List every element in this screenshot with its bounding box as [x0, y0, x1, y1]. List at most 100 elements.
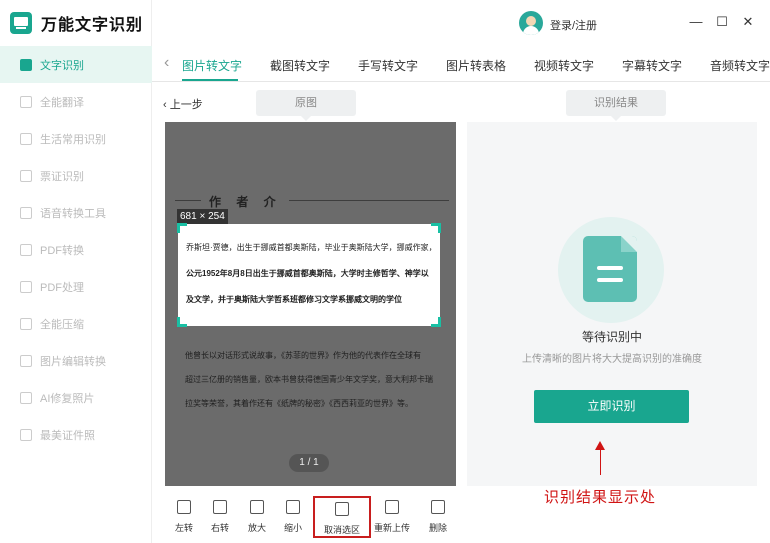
- waiting-status: 等待识别中: [581, 330, 642, 344]
- sidebar-item-label: 票证识别: [40, 170, 84, 183]
- sidebar-item-pdf-process[interactable]: PDF处理: [0, 268, 152, 305]
- sidebar-nav: 文字识别 全能翻译 生活常用识别 票证识别 语音转换工具 PDF转换 PDF处理…: [0, 46, 152, 453]
- refresh-icon: [385, 500, 399, 514]
- sidebar-item-text-recognition[interactable]: 文字识别: [0, 46, 152, 83]
- translate-icon: [20, 95, 32, 108]
- recognize-now-button[interactable]: 立即识别: [534, 390, 689, 423]
- app-logo: 万能文字识别: [10, 11, 143, 35]
- result-panel: 等待识别中 上传清晰的图片将大大提高识别的准确度 立即识别: [467, 122, 757, 486]
- close-icon[interactable]: ✕: [740, 14, 756, 30]
- sidebar-item-translation[interactable]: 全能翻译: [0, 83, 152, 120]
- document-icon: [558, 217, 664, 323]
- selected-text-line: 及文学，并于奥斯陆大学哲系班都修习文学系挪威文明的学位: [186, 295, 402, 304]
- selection-box[interactable]: 乔斯坦·贾德，出生于挪威首都奥斯陆，毕业于奥斯陆大学，挪威作家， 公元1952年…: [177, 223, 441, 327]
- zoom-in-button[interactable]: 放大: [239, 496, 275, 536]
- sidebar-item-label: PDF处理: [40, 281, 84, 294]
- minimize-icon[interactable]: —: [688, 14, 704, 29]
- sidebar-item-label: 语音转换工具: [40, 207, 106, 220]
- rotate-right-icon: [213, 500, 227, 514]
- selection-icon: [335, 502, 349, 516]
- tab-subtitle-to-text[interactable]: 字幕转文字: [622, 57, 682, 74]
- app-title: 万能文字识别: [41, 17, 144, 34]
- rotate-left-button[interactable]: 左转: [166, 496, 202, 536]
- tool-label: 放大: [247, 523, 266, 533]
- resize-handle[interactable]: [177, 223, 187, 233]
- divider: [175, 200, 201, 201]
- pdf-icon: [20, 280, 32, 293]
- zoom-out-button[interactable]: 缩小: [275, 496, 311, 536]
- sidebar-item-label: 全能翻译: [40, 96, 84, 109]
- cancel-selection-button[interactable]: 取消选区: [313, 496, 371, 538]
- tab-handwriting-to-text[interactable]: 手写转文字: [358, 57, 418, 74]
- chevron-left-icon[interactable]: ‹: [164, 54, 169, 72]
- sidebar-item-label: 全能压缩: [40, 318, 84, 331]
- user-avatar[interactable]: [519, 11, 543, 35]
- sidebar-item-life-recognition[interactable]: 生活常用识别: [0, 120, 152, 157]
- sidebar-item-image-edit[interactable]: 图片编辑转换: [0, 342, 152, 379]
- document-text-line: 拉奖等荣誉，其着作还有《纸牌的秘密》《西西莉亚的世界》等。: [185, 399, 413, 408]
- tool-label: 右转: [210, 523, 229, 533]
- sidebar-item-label: AI修复照片: [40, 392, 95, 405]
- divider: [289, 200, 449, 201]
- tool-label: 左转: [174, 523, 193, 533]
- selection-size-label: 681 × 254: [177, 209, 228, 224]
- sidebar-item-ticket[interactable]: 票证识别: [0, 157, 152, 194]
- delete-button[interactable]: 删除: [420, 496, 456, 536]
- tab-image-to-table[interactable]: 图片转表格: [446, 57, 506, 74]
- result-area-annotation: 识别结果显示处: [544, 489, 657, 506]
- document-text-line: 超过三亿册的销售量，欧本书曾获得德国青少年文学奖，意大利邦卡瑞: [185, 375, 433, 384]
- tool-label: 缩小: [283, 523, 302, 533]
- prev-step-button[interactable]: ‹ 上一步: [163, 96, 203, 112]
- reupload-button[interactable]: 重新上传: [374, 496, 410, 536]
- trash-icon: [431, 500, 445, 514]
- sidebar-item-label: PDF转换: [40, 244, 84, 257]
- microphone-icon: [20, 206, 32, 219]
- sidebar-item-label: 最美证件照: [40, 429, 95, 442]
- sidebar-item-compress[interactable]: 全能压缩: [0, 305, 152, 342]
- scanner-icon: [10, 12, 32, 34]
- selected-text-line: 乔斯坦·贾德，出生于挪威首都奥斯陆，毕业于奥斯陆大学，挪威作家，: [186, 243, 437, 252]
- compress-icon: [20, 317, 32, 330]
- page-indicator: 1 / 1: [289, 454, 329, 472]
- result-label: 识别结果: [566, 90, 666, 121]
- resize-handle[interactable]: [431, 317, 441, 327]
- tool-label: 删除: [428, 523, 447, 533]
- sidebar-item-label: 文字识别: [40, 59, 84, 72]
- text-scan-icon: [20, 58, 32, 71]
- resize-handle[interactable]: [431, 223, 441, 233]
- tab-audio-to-text[interactable]: 音频转文字: [710, 57, 770, 74]
- arrow-shaft: [600, 449, 601, 475]
- maximize-icon[interactable]: ☐: [714, 14, 730, 30]
- tool-label: 取消选区: [323, 525, 360, 535]
- login-link[interactable]: 登录/注册: [550, 17, 597, 33]
- shrink-icon: [286, 500, 300, 514]
- title-bar: 登录/注册 — ☐ ✕: [152, 0, 770, 48]
- document-heading: 作 者 介: [209, 195, 282, 209]
- rotate-left-icon: [177, 500, 191, 514]
- sidebar-item-label: 图片编辑转换: [40, 355, 106, 368]
- sidebar-item-pdf-convert[interactable]: PDF转换: [0, 231, 152, 268]
- sidebar-item-voice[interactable]: 语音转换工具: [0, 194, 152, 231]
- id-photo-icon: [20, 428, 32, 441]
- resize-handle[interactable]: [177, 317, 187, 327]
- rotate-right-button[interactable]: 右转: [202, 496, 238, 536]
- sidebar-item-id-photo[interactable]: 最美证件照: [0, 416, 152, 453]
- pdf-convert-icon: [20, 243, 32, 256]
- active-tab-indicator: [182, 79, 238, 81]
- original-image-label: 原图: [256, 90, 356, 121]
- ticket-icon: [20, 169, 32, 182]
- tab-video-to-text[interactable]: 视频转文字: [534, 57, 594, 74]
- image-icon: [20, 354, 32, 367]
- photo-repair-icon: [20, 391, 32, 404]
- sidebar-item-ai-repair[interactable]: AI修复照片: [0, 379, 152, 416]
- tab-image-to-text[interactable]: 图片转文字: [182, 57, 242, 74]
- upload-hint: 上传清晰的图片将大大提高识别的准确度: [522, 354, 702, 365]
- sidebar-item-label: 生活常用识别: [40, 133, 106, 146]
- expand-icon: [250, 500, 264, 514]
- document-text-line: 他曾长以对话形式说故事，《苏菲的世界》作为他的代表作在全球有: [185, 351, 421, 360]
- tool-label: 重新上传: [374, 523, 411, 533]
- tab-screenshot-to-text[interactable]: 截图转文字: [270, 57, 330, 74]
- sidebar: 万能文字识别 文字识别 全能翻译 生活常用识别 票证识别 语音转换工具 PDF转…: [0, 0, 152, 543]
- image-toolbar: 左转 右转 放大 缩小 取消选区 重新上传 删除: [166, 496, 456, 540]
- image-canvas[interactable]: 作 者 介 681 × 254 乔斯坦·贾德，出生于挪威首都奥斯陆，毕业于奥斯陆…: [165, 122, 456, 486]
